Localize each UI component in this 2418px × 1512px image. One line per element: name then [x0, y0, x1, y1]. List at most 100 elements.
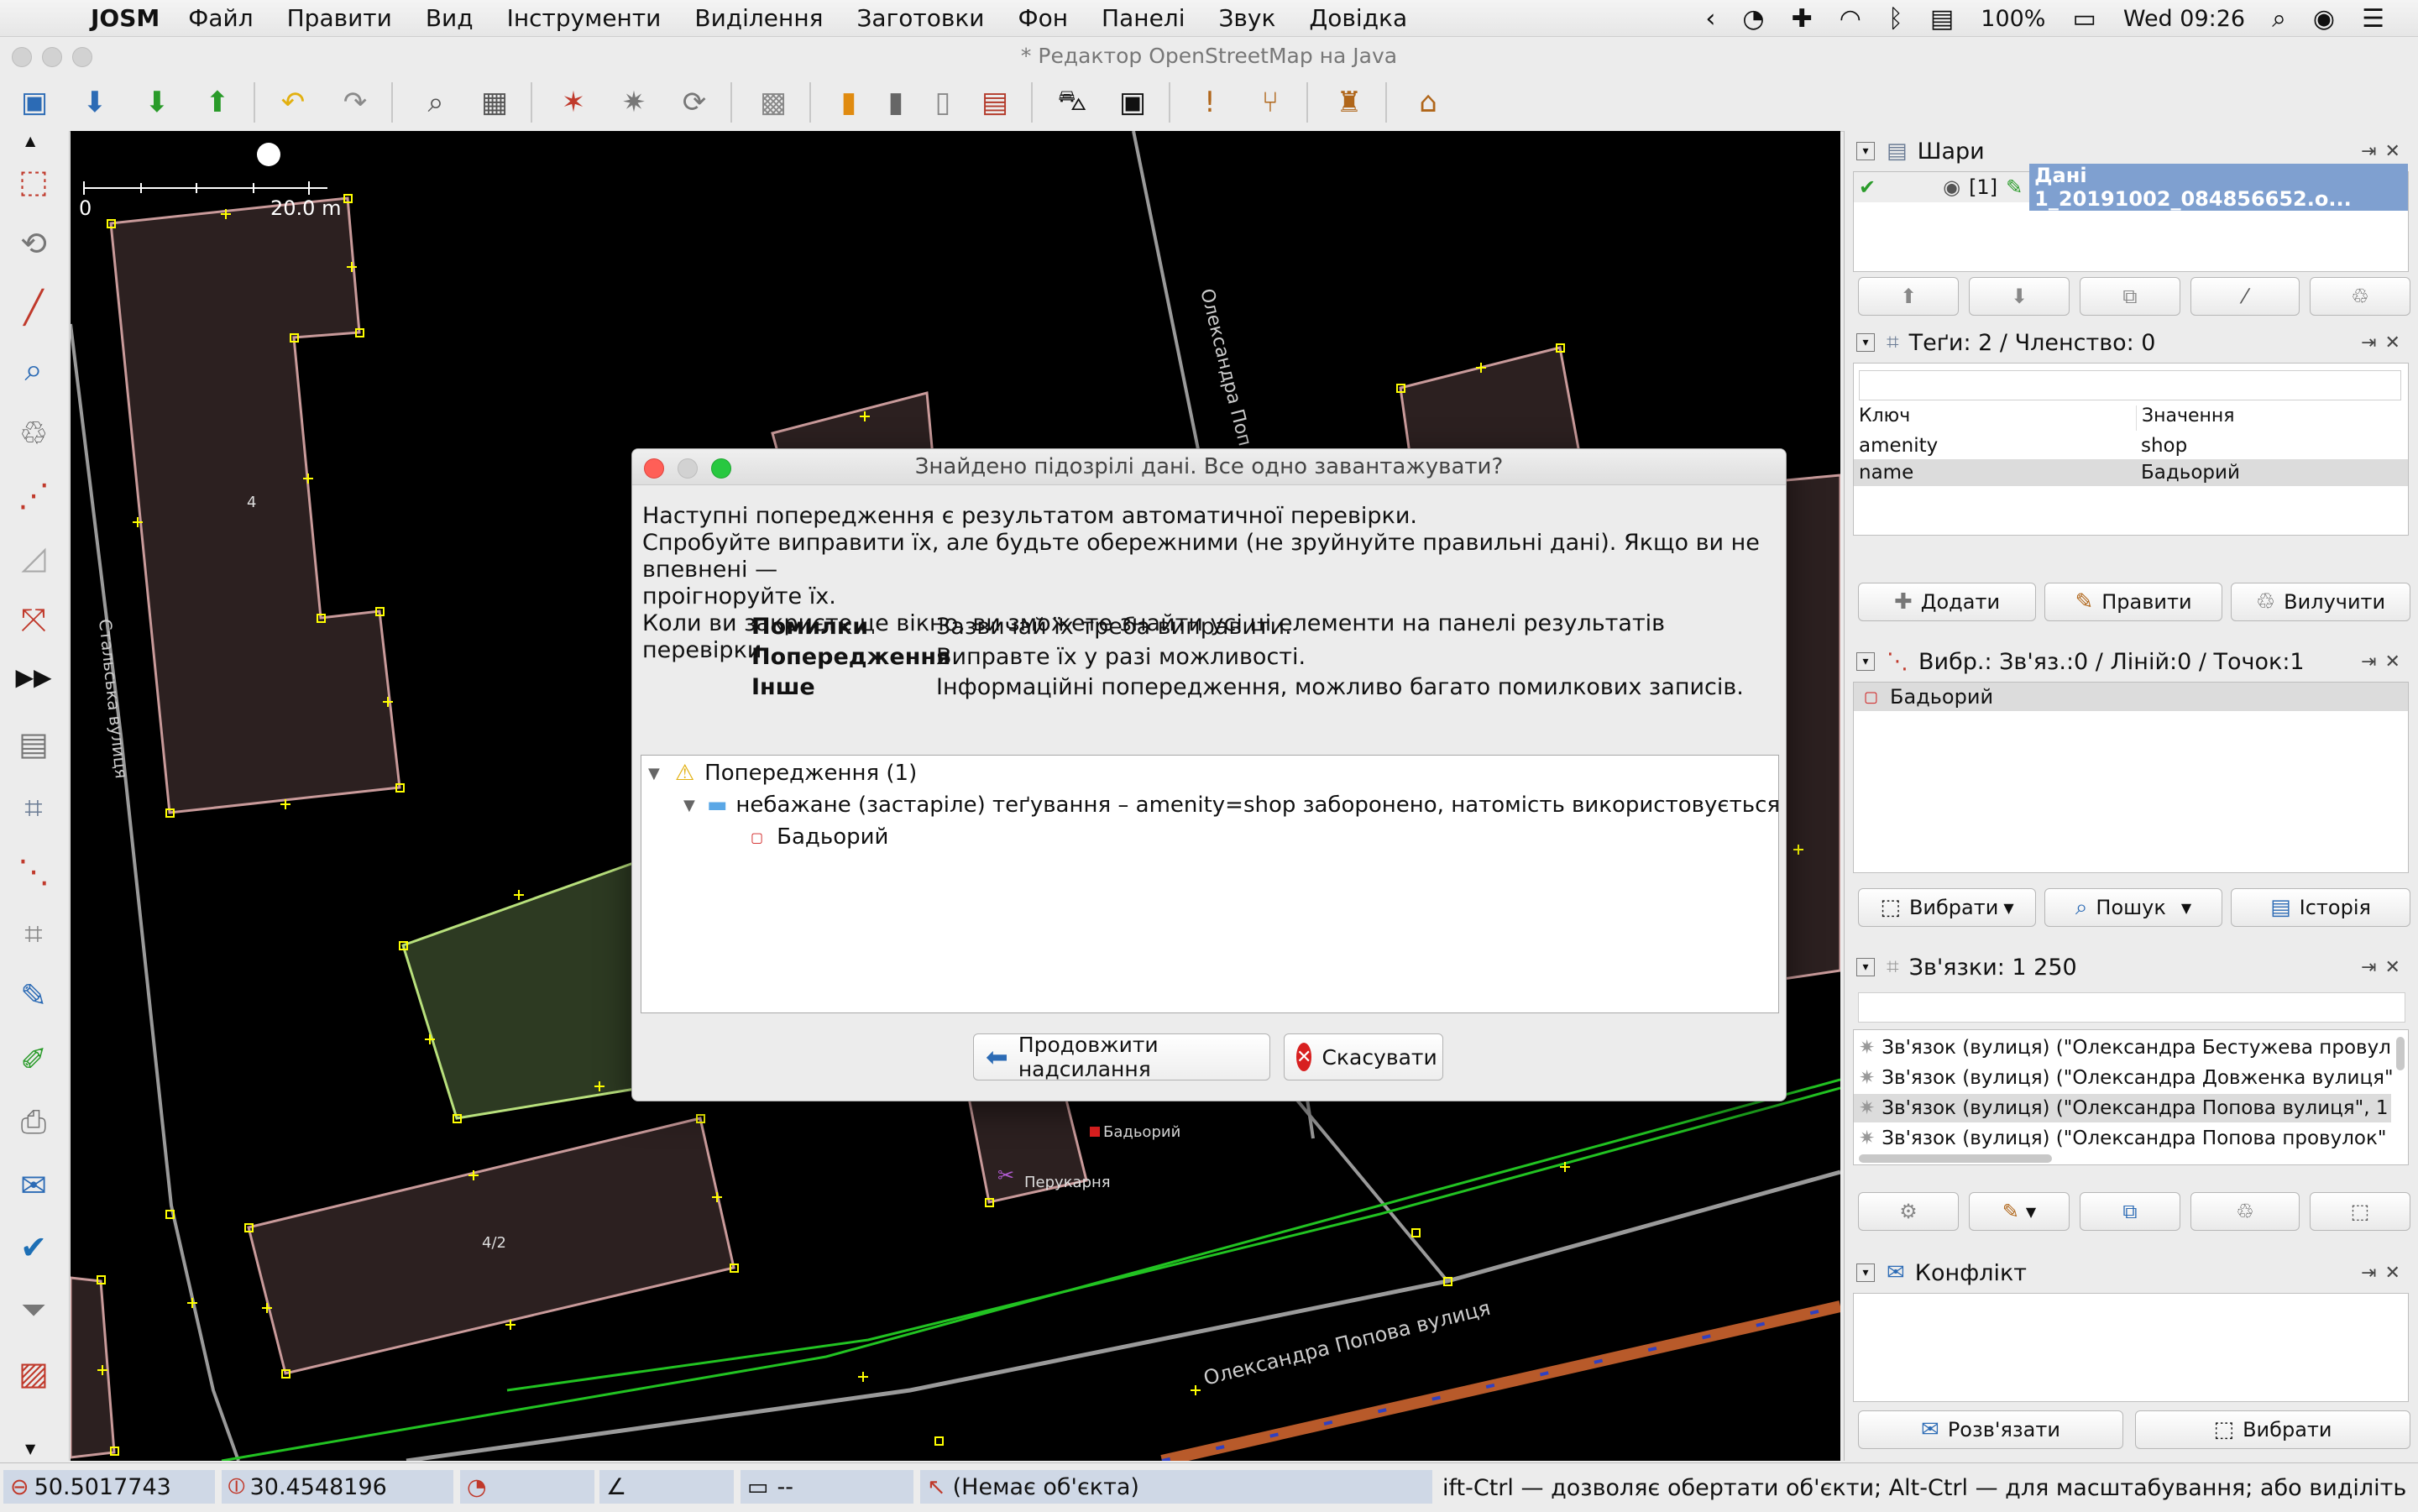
- menu-windows[interactable]: Панелі: [1102, 4, 1185, 32]
- chevron-left-icon[interactable]: ‹: [1705, 4, 1715, 34]
- delete-tool-icon[interactable]: ♲: [8, 408, 59, 458]
- validator-toggle-icon[interactable]: ✔: [8, 1222, 59, 1273]
- collapse-icon[interactable]: ▾: [1856, 958, 1875, 976]
- menu-help[interactable]: Довідка: [1309, 4, 1407, 32]
- improve-way-icon[interactable]: ⋰: [8, 470, 59, 521]
- time-machine-icon[interactable]: ◔: [1742, 4, 1764, 34]
- redo-icon[interactable]: ↷: [332, 79, 378, 126]
- tags-panel-header[interactable]: ▾ ⌗ Теґи: 2 / Членство: 0 ⇥✕: [1845, 324, 2418, 361]
- authors-toggle-icon[interactable]: ✐: [8, 1034, 59, 1085]
- selection-panel-header[interactable]: ▾ ⋱ Вибр.: Зв'яз.:0 / Ліній:0 / Точок:1 …: [1845, 643, 2418, 680]
- upload-icon[interactable]: ⬆: [195, 79, 240, 126]
- refresh-icon[interactable]: ⟳: [672, 79, 717, 126]
- delete-tag-button[interactable]: ♲ Вилучити: [2231, 583, 2410, 621]
- delete-relation-button[interactable]: ♲: [2190, 1192, 2300, 1231]
- scroll-up-icon[interactable]: ▲: [25, 133, 35, 149]
- castle-icon[interactable]: ♜: [1327, 79, 1372, 126]
- railway-line[interactable]: [1160, 1300, 1840, 1461]
- hairdresser-icon[interactable]: ✂: [997, 1164, 1014, 1187]
- delete-layer-button[interactable]: ♲: [2310, 277, 2410, 316]
- relations-panel-header[interactable]: ▾ ⌗ Зв'язки: 1 250 ⇥✕: [1845, 949, 2418, 986]
- tree-root-warnings[interactable]: ▼ ⚠ Попередження (1): [648, 761, 917, 786]
- expand-arrow-icon[interactable]: ▼: [683, 797, 695, 814]
- close-dialog-button[interactable]: [644, 458, 664, 479]
- panel-controls-icon[interactable]: ⇥✕: [2361, 957, 2409, 978]
- rail-icon[interactable]: ▮: [873, 79, 919, 126]
- merge-layer-button[interactable]: ⧉: [2080, 277, 2180, 316]
- layer-visible-check-icon[interactable]: ✔: [1859, 175, 1876, 199]
- restaurant-icon[interactable]: ⑂: [1248, 79, 1293, 126]
- filter-toggle-icon[interactable]: ⏷: [8, 1284, 59, 1335]
- add-tag-button[interactable]: ✚ Додати: [1858, 583, 2036, 621]
- imagery-icon[interactable]: ▩: [751, 79, 796, 126]
- zoom-window-button[interactable]: [72, 47, 92, 67]
- layer-name[interactable]: Дані 1_20191002_084856652.o...: [2029, 164, 2408, 211]
- select-button[interactable]: ⬚ Вибрати ▼: [1858, 888, 2036, 927]
- panel-controls-icon[interactable]: ⇥✕: [2361, 141, 2409, 162]
- close-window-button[interactable]: [12, 47, 32, 67]
- tags-filter-input[interactable]: [1859, 370, 2401, 400]
- split-tool-icon[interactable]: ⤧: [8, 594, 59, 645]
- medical-cross-icon[interactable]: ✚: [1792, 4, 1813, 34]
- traffic-signal-icon[interactable]: ▯: [920, 79, 966, 126]
- list-item[interactable]: ✷ Зв'язок (вулиця) ("Олександра Попова пр…: [1854, 1124, 2391, 1153]
- flag-us-icon[interactable]: ▤: [1930, 4, 1954, 34]
- minimize-dialog-button[interactable]: [678, 458, 698, 479]
- changeset-toggle-icon[interactable]: ▨: [8, 1348, 59, 1399]
- layer-opacity-button[interactable]: ⁄: [2190, 277, 2300, 316]
- commands-toggle-icon[interactable]: ✎: [8, 971, 59, 1021]
- layer-row[interactable]: ✔ ◉ [1] ✎ Дані 1_20191002_084856652.o...: [1854, 164, 2408, 211]
- building-southwest[interactable]: [71, 1276, 116, 1459]
- duplicate-relation-button[interactable]: ⧉: [2080, 1192, 2180, 1231]
- list-item[interactable]: ▢ Бадьорий: [1854, 683, 2408, 711]
- move-layer-down-button[interactable]: ⬇: [1969, 277, 2070, 316]
- history-toggle-icon[interactable]: ⎙: [8, 1096, 59, 1147]
- relations-filter-input[interactable]: [1858, 992, 2405, 1023]
- search-icon[interactable]: ⌕: [2272, 4, 2286, 34]
- undo-icon[interactable]: ↶: [270, 79, 316, 126]
- more-tools-icon[interactable]: ▶▶: [8, 651, 59, 702]
- factory-icon[interactable]: ⌂: [1405, 79, 1451, 126]
- tag-row[interactable]: name Бадьорий: [1854, 459, 2408, 486]
- battery-icon[interactable]: ▭: [2072, 4, 2096, 34]
- clock[interactable]: Wed 09:26: [2123, 6, 2245, 32]
- warning-tag-icon[interactable]: !: [1187, 79, 1233, 126]
- cancel-button[interactable]: ✕ Скасувати: [1284, 1033, 1443, 1080]
- dialog-titlebar[interactable]: Знайдено підозрілі дані. Все одно завант…: [632, 449, 1786, 485]
- menu-app-name[interactable]: JOSM: [91, 4, 160, 32]
- save-icon[interactable]: ⬇: [72, 79, 118, 126]
- simplify-way-icon[interactable]: ✶: [551, 79, 596, 126]
- relations-toggle-icon[interactable]: ⌗: [8, 908, 59, 959]
- zoom-slider-knob[interactable]: [257, 143, 280, 166]
- chevron-down-icon[interactable]: ▼: [2181, 900, 2191, 916]
- horizontal-scrollbar[interactable]: [1859, 1154, 2052, 1163]
- siri-icon[interactable]: ◉: [2313, 4, 2335, 34]
- select-conflict-button[interactable]: ⬚ Вибрати: [2135, 1410, 2410, 1449]
- menu-presets[interactable]: Заготовки: [856, 4, 984, 32]
- conflict-toggle-icon[interactable]: ✉: [8, 1160, 59, 1211]
- list-item[interactable]: ✷ Зв'язок (вулиця) ("Олександра Бестужева…: [1854, 1033, 2391, 1062]
- parallel-way-icon[interactable]: ◿: [8, 532, 59, 583]
- tree-leaf-shop[interactable]: ▢ Бадьорий: [751, 824, 888, 850]
- tags-toggle-icon[interactable]: ⌗: [8, 782, 59, 833]
- vertical-scrollbar[interactable]: [2396, 1037, 2405, 1070]
- panel-controls-icon[interactable]: ⇥✕: [2361, 332, 2409, 353]
- car-icon[interactable]: ⛍: [1049, 79, 1095, 126]
- menu-audio[interactable]: Звук: [1218, 4, 1275, 32]
- bluetooth-icon[interactable]: ᛒ: [1888, 4, 1903, 34]
- chevron-down-icon[interactable]: ▼: [2026, 1204, 2036, 1220]
- layers-toggle-icon[interactable]: ▤: [8, 719, 59, 769]
- download-icon[interactable]: ⬇: [134, 79, 180, 126]
- collapse-icon[interactable]: ▾: [1856, 142, 1875, 160]
- notification-center-icon[interactable]: ☰: [2362, 4, 2384, 34]
- panel-controls-icon[interactable]: ⇥✕: [2361, 1263, 2409, 1284]
- select-tool-icon[interactable]: ⬚: [8, 156, 59, 207]
- conflict-panel-header[interactable]: ▾ ✉ Конфлікт ⇥✕: [1845, 1254, 2418, 1291]
- tag-row[interactable]: amenity shop: [1854, 432, 2408, 459]
- chevron-down-icon[interactable]: ▼: [2003, 900, 2013, 916]
- col-key[interactable]: Ключ: [1854, 405, 2137, 431]
- tree-group-deprecated[interactable]: ▼ ▬ небажане (застаріле) теґування – ame…: [683, 793, 1786, 818]
- list-item[interactable]: ✷ Зв'язок (вулиця) ("Олександра Довженка …: [1854, 1064, 2394, 1092]
- history-button[interactable]: ▤ Історія: [2231, 888, 2410, 927]
- scroll-down-icon[interactable]: ▼: [25, 1441, 35, 1457]
